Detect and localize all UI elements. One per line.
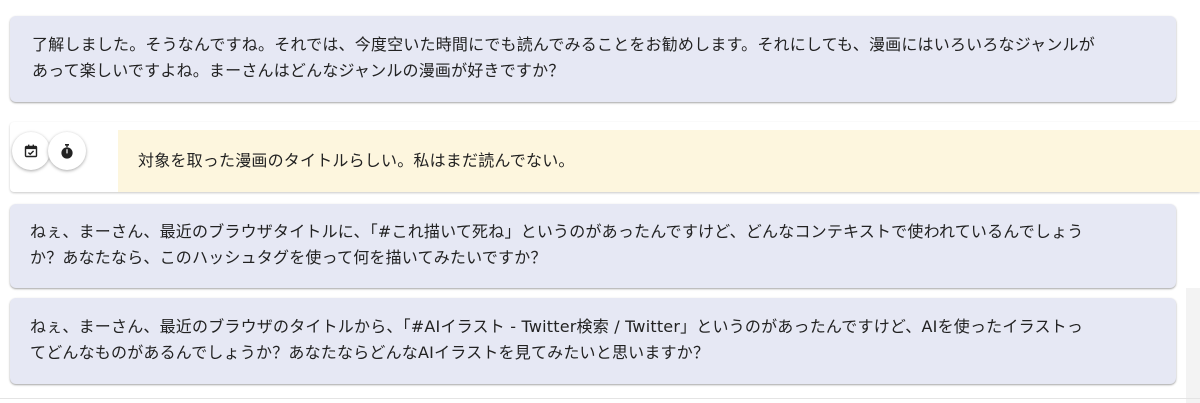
assistant-message: ねぇ、まーさん、最近のブラウザのタイトルから、「#AIイラスト - Twitte…	[10, 298, 1176, 384]
memo-row: 対象を取った漫画のタイトルらしい。私はまだ読んでない。	[10, 122, 1200, 192]
assistant-message: 了解しました。そうなんですね。それでは、今度空いた時間にでも読んでみることをお勧…	[10, 16, 1176, 102]
stopwatch-icon	[61, 143, 73, 159]
scrollbar-track[interactable]	[1186, 288, 1200, 403]
memo-note: 対象を取った漫画のタイトルらしい。私はまだ読んでない。	[118, 130, 1200, 192]
calendar-check-icon	[24, 144, 38, 158]
timer-button[interactable]	[48, 132, 86, 170]
calendar-button[interactable]	[12, 132, 50, 170]
chat-feed: 了解しました。そうなんですね。それでは、今度空いた時間にでも読んでみることをお勧…	[0, 0, 1200, 403]
divider	[0, 398, 1200, 399]
assistant-message: ねぇ、まーさん、最近のブラウザタイトルに、「#これ描いて死ね」というのがあったん…	[10, 204, 1176, 288]
